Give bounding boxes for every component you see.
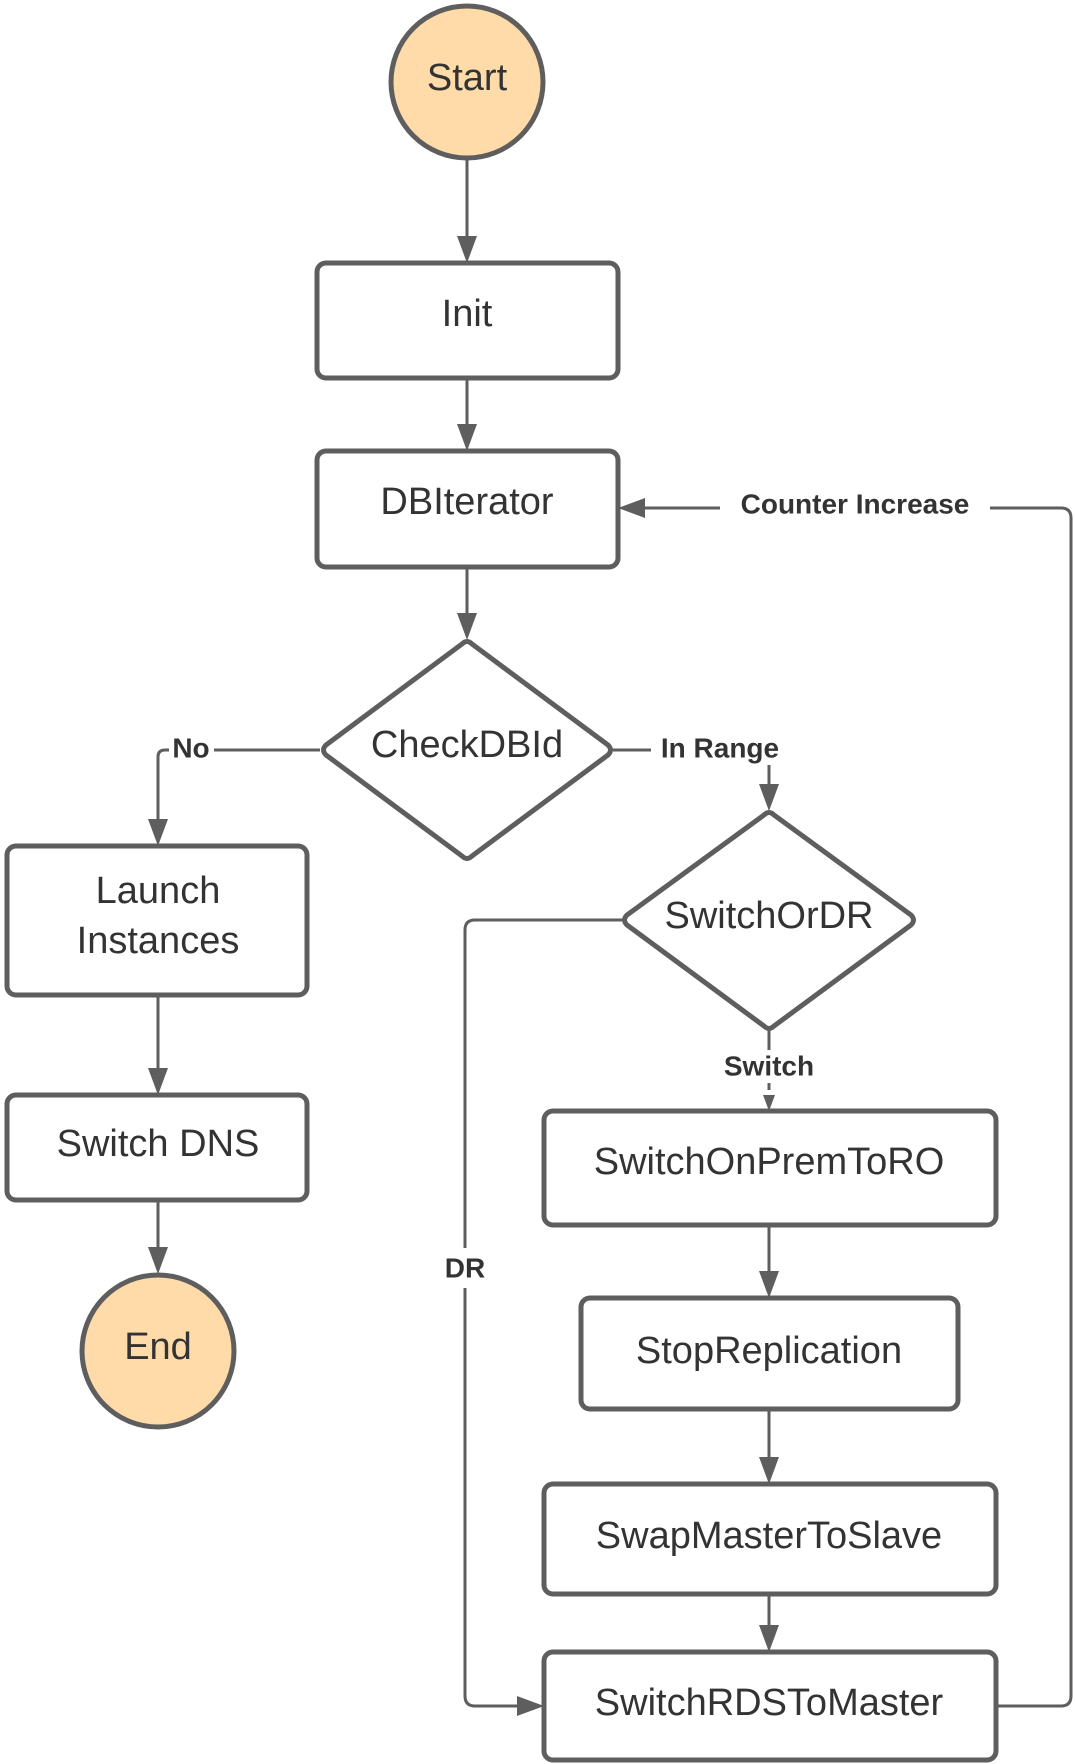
arrowhead-checkdbid <box>457 613 477 640</box>
init-label: Init <box>442 293 493 335</box>
arrowhead-switchdns <box>148 1068 168 1095</box>
arrowhead-switchordr <box>759 784 779 811</box>
edge-label-in-range: In Range <box>661 733 779 764</box>
edge-label-counter-increase: Counter Increase <box>741 489 970 520</box>
arrowhead-launch <box>148 819 168 846</box>
arrowhead-dbiterator <box>457 424 477 451</box>
end-label: End <box>124 1326 192 1368</box>
swapmaster-label: SwapMasterToSlave <box>596 1515 942 1557</box>
arrowhead-stoprepl <box>759 1271 779 1298</box>
arrowhead-end <box>148 1247 168 1274</box>
launch-label-line1: Launch <box>96 870 221 912</box>
arrowhead-dr <box>517 1696 544 1716</box>
switchonprem-label: SwitchOnPremToRO <box>594 1141 945 1183</box>
arrowhead-init <box>457 236 477 263</box>
edge-label-no: No <box>172 733 209 764</box>
switchdns-label: Switch DNS <box>57 1123 260 1165</box>
arrowhead-counter <box>618 498 645 518</box>
switchrds-label: SwitchRDSToMaster <box>595 1682 944 1724</box>
arrowhead-swapmaster <box>759 1457 779 1484</box>
launch-label-line2: Instances <box>77 920 240 962</box>
stoprepl-label: StopReplication <box>636 1330 902 1372</box>
checkdbid-label: CheckDBId <box>371 724 563 766</box>
edge-label-dr: DR <box>445 1253 485 1284</box>
dbiterator-label: DBIterator <box>380 481 554 523</box>
flowchart: Start Init DBIterator CheckDBId Launch I… <box>4 3 1073 1763</box>
arrowhead-switchrds <box>759 1625 779 1652</box>
switchordr-label: SwitchOrDR <box>664 895 873 937</box>
start-label: Start <box>427 57 508 99</box>
edge-label-switch: Switch <box>724 1051 814 1082</box>
